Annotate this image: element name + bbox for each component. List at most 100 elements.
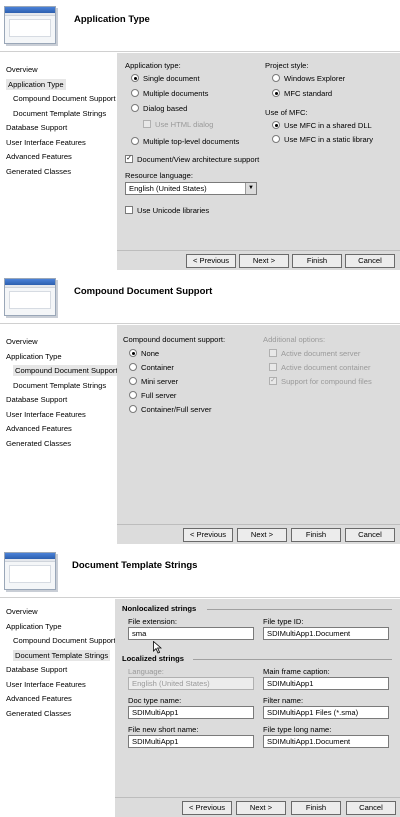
nav-item-overview[interactable]: Overview — [0, 605, 117, 620]
mfc-shared-dll-label: Use MFC in a shared DLL — [284, 121, 372, 130]
mfc-static-library-radio[interactable] — [272, 135, 280, 143]
next-button[interactable]: Next > — [236, 801, 286, 815]
none-label: None — [141, 349, 160, 358]
file-type-id-input[interactable]: SDIMultiApp1.Document — [263, 627, 389, 640]
cancel-button[interactable]: Cancel — [345, 528, 395, 542]
nav-item-database-support[interactable]: Database Support — [0, 393, 117, 408]
use-unicode-checkbox[interactable] — [125, 206, 133, 214]
finish-button[interactable]: Finish — [292, 254, 342, 268]
localized-strings-heading: Localized strings — [122, 654, 185, 663]
file-new-short-name-input[interactable]: SDIMultiApp1 — [128, 735, 254, 748]
page-header: Document Template Strings — [0, 546, 400, 598]
wizard-banner-icon — [4, 552, 56, 590]
doc-view-checkbox[interactable]: ✓ — [125, 155, 133, 163]
nav-item-user-interface-features[interactable]: User Interface Features — [0, 136, 117, 151]
doc-type-name-label: Doc type name: — [128, 696, 182, 705]
full-server-radio[interactable] — [129, 391, 137, 399]
mini-server-radio[interactable] — [129, 377, 137, 385]
nav-item-generated-classes[interactable]: Generated Classes — [0, 437, 117, 452]
group-divider — [193, 659, 392, 660]
nav-item-document-template-strings[interactable]: Document Template Strings — [0, 649, 117, 664]
finish-button[interactable]: Finish — [291, 528, 341, 542]
nav-item-advanced-features[interactable]: Advanced Features — [0, 422, 117, 437]
next-button[interactable]: Next > — [239, 254, 289, 268]
wizard-nav: Overview Application Type Compound Docum… — [0, 599, 117, 817]
cancel-button[interactable]: Cancel — [345, 254, 395, 268]
nav-item-advanced-features[interactable]: Advanced Features — [0, 692, 117, 707]
mfc-standard-radio[interactable] — [272, 89, 280, 97]
use-html-dialog-label: Use HTML dialog — [155, 120, 214, 129]
nav-item-overview[interactable]: Overview — [0, 63, 117, 78]
dialog-based-label: Dialog based — [143, 104, 188, 113]
nav-item-generated-classes[interactable]: Generated Classes — [0, 165, 117, 180]
previous-button[interactable]: < Previous — [183, 528, 233, 542]
page-header: Compound Document Support — [0, 272, 400, 324]
project-style-label: Project style: — [265, 61, 309, 70]
nav-item-advanced-features[interactable]: Advanced Features — [0, 150, 117, 165]
multiple-documents-label: Multiple documents — [143, 89, 209, 98]
button-bar: < Previous Next > Finish Cancel — [117, 524, 400, 544]
additional-options-label: Additional options: — [263, 335, 326, 344]
page-title: Document Template Strings — [72, 560, 198, 571]
use-html-dialog-checkbox[interactable] — [143, 120, 151, 128]
windows-explorer-radio[interactable] — [272, 74, 280, 82]
multiple-top-level-radio[interactable] — [131, 137, 139, 145]
filter-name-label: Filter name: — [263, 696, 304, 705]
dropdown-arrow-icon: ▼ — [245, 183, 256, 194]
nav-item-document-template-strings[interactable]: Document Template Strings — [0, 107, 117, 122]
nav-item-compound-document-support[interactable]: Compound Document Support — [0, 92, 117, 107]
options-area: Compound document support: None Containe… — [117, 325, 400, 544]
file-type-long-name-input[interactable]: SDIMultiApp1.Document — [263, 735, 389, 748]
none-radio[interactable] — [129, 349, 137, 357]
options-area: Application type: Single document Multip… — [117, 53, 400, 270]
container-full-server-radio[interactable] — [129, 405, 137, 413]
document-template-strings-panel: Document Template Strings Overview Appli… — [0, 546, 400, 817]
nav-item-document-template-strings[interactable]: Document Template Strings — [0, 379, 117, 394]
active-doc-container-checkbox[interactable] — [269, 363, 277, 371]
nav-item-user-interface-features[interactable]: User Interface Features — [0, 678, 117, 693]
nav-item-database-support[interactable]: Database Support — [0, 121, 117, 136]
compound-document-support-panel: Compound Document Support Overview Appli… — [0, 272, 400, 544]
file-extension-label: File extension: — [128, 617, 177, 626]
language-input: English (United States) — [128, 677, 254, 690]
mfc-standard-label: MFC standard — [284, 89, 333, 98]
file-extension-input[interactable]: sma — [128, 627, 254, 640]
doc-type-name-input[interactable]: SDIMultiApp1 — [128, 706, 254, 719]
nav-item-compound-document-support[interactable]: Compound Document Support — [0, 364, 120, 379]
filter-name-input[interactable]: SDIMultiApp1 Files (*.sma) — [263, 706, 389, 719]
multiple-documents-radio[interactable] — [131, 89, 139, 97]
active-doc-server-checkbox[interactable] — [269, 349, 277, 357]
cancel-button[interactable]: Cancel — [346, 801, 396, 815]
use-unicode-label: Use Unicode libraries — [137, 206, 210, 215]
nav-item-application-type[interactable]: Application Type — [0, 78, 117, 93]
previous-button[interactable]: < Previous — [186, 254, 236, 268]
use-of-mfc-label: Use of MFC: — [265, 108, 308, 117]
wizard-nav: Overview Application Type Compound Docum… — [0, 53, 117, 270]
active-doc-server-label: Active document server — [281, 349, 361, 358]
next-button[interactable]: Next > — [237, 528, 287, 542]
dialog-based-radio[interactable] — [131, 104, 139, 112]
finish-button[interactable]: Finish — [291, 801, 341, 815]
windows-explorer-label: Windows Explorer — [284, 74, 346, 83]
support-compound-files-checkbox[interactable]: ✓ — [269, 377, 277, 385]
single-document-radio[interactable] — [131, 74, 139, 82]
resource-language-select[interactable]: English (United States) ▼ — [125, 182, 257, 195]
nav-item-database-support[interactable]: Database Support — [0, 663, 117, 678]
previous-button[interactable]: < Previous — [182, 801, 232, 815]
nav-item-compound-document-support[interactable]: Compound Document Support — [0, 634, 117, 649]
wizard-nav: Overview Application Type Compound Docum… — [0, 325, 120, 544]
main-frame-caption-input[interactable]: SDIMultiApp1 — [263, 677, 389, 690]
options-area: Nonlocalized strings File extension: sma… — [115, 599, 400, 817]
single-document-label: Single document — [143, 74, 200, 83]
main-frame-caption-label: Main frame caption: — [263, 667, 330, 676]
nav-item-application-type[interactable]: Application Type — [0, 620, 117, 635]
mouse-cursor-icon — [153, 641, 162, 654]
nav-item-user-interface-features[interactable]: User Interface Features — [0, 408, 117, 423]
compound-support-label: Compound document support: — [123, 335, 226, 344]
nav-item-generated-classes[interactable]: Generated Classes — [0, 707, 117, 722]
nav-item-overview[interactable]: Overview — [0, 335, 117, 350]
mfc-shared-dll-radio[interactable] — [272, 121, 280, 129]
container-radio[interactable] — [129, 363, 137, 371]
nav-item-application-type[interactable]: Application Type — [0, 350, 117, 365]
support-compound-files-label: Support for compound files — [281, 377, 372, 386]
